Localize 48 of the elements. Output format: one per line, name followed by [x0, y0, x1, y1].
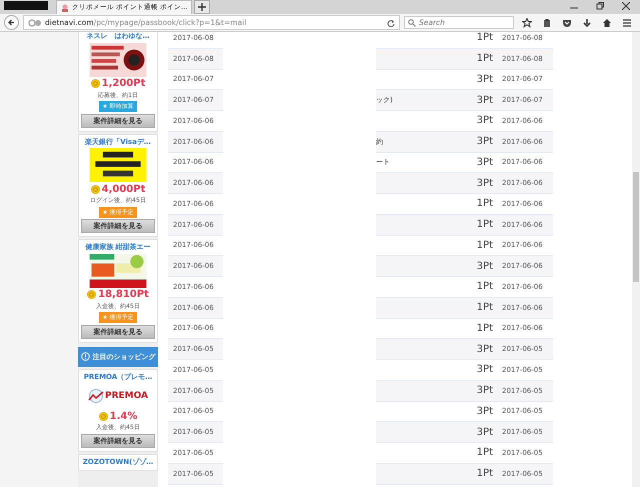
points-cell-text: 3Pt [476, 260, 493, 272]
points-cell-text: 3Pt [476, 115, 493, 126]
points-cell-text: 1Pt [476, 240, 493, 251]
points-cell-text: 1Pt [476, 468, 493, 480]
points-cell-text: 3Pt [476, 178, 493, 189]
shop-logo-text: PREMOA [104, 391, 148, 401]
scrollbar[interactable] [632, 32, 640, 487]
info-icon [80, 352, 90, 361]
points-cell-text: 3Pt [476, 344, 493, 355]
coin-icon [87, 290, 96, 299]
coin-icon [98, 412, 108, 420]
points-cell-text: 3Pt [476, 426, 493, 438]
home-icon[interactable] [602, 18, 612, 28]
points-cell-text: 1Pt [476, 322, 493, 334]
points-cell-text: 3Pt [476, 136, 493, 148]
menu-icon[interactable] [622, 18, 632, 28]
points-cell-text: 1Pt [476, 219, 493, 230]
back-icon[interactable] [4, 15, 19, 30]
points-cell-text: 3Pt [476, 156, 493, 168]
points-cell-text: 1Pt [476, 447, 493, 458]
points-cell-text: 3Pt [476, 94, 493, 106]
site-info-icon[interactable] [28, 18, 41, 26]
points-cell-text: 3Pt [476, 364, 493, 376]
coin-icon [90, 79, 100, 88]
chart-logo-icon [88, 389, 104, 403]
points-value: 4,000Pt [102, 184, 146, 194]
points-cell-text: 3Pt [476, 406, 493, 417]
rate-value: 1.4% [110, 410, 138, 422]
pocket-icon[interactable] [562, 18, 572, 28]
points-cell-text: 1Pt [476, 53, 493, 64]
points-cell-text: 1Pt [476, 32, 493, 44]
points-cell-text: 3Pt [476, 385, 493, 396]
star-icon[interactable] [522, 18, 532, 28]
download-icon[interactable] [582, 18, 592, 28]
points-value: 18,810Pt [98, 289, 149, 300]
points-cell-text: 1Pt [476, 302, 493, 314]
favicon-icon [61, 4, 69, 12]
points-cell-text: 1Pt [476, 281, 493, 292]
new-tab-icon[interactable] [194, 0, 210, 14]
points-cell-text: 3Pt [476, 74, 493, 85]
points-cell-text: 1Pt [476, 198, 493, 210]
restore-icon[interactable] [596, 2, 604, 10]
clipboard-icon[interactable] [542, 18, 552, 28]
close-icon[interactable] [622, 2, 630, 10]
redaction-block [4, 1, 48, 10]
reload-icon[interactable] [387, 18, 395, 26]
coin-icon [90, 184, 100, 194]
points-value: 1,200Pt [102, 78, 146, 89]
